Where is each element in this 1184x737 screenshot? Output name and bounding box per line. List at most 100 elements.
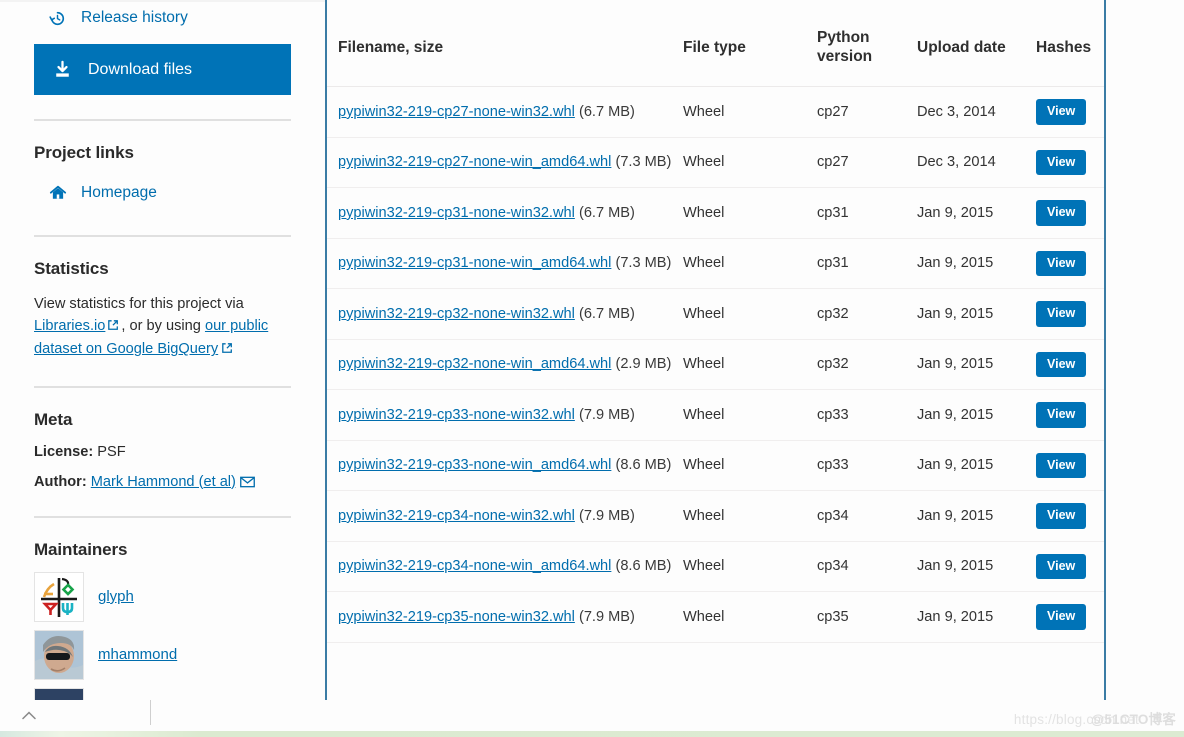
view-hashes-button[interactable]: View: [1036, 452, 1087, 479]
sidebar-divider-2: [34, 235, 291, 237]
cell-filename: pypiwin32-219-cp31-none-win_amd64.whl (7…: [327, 238, 683, 290]
cell-hashes: View: [1036, 541, 1104, 593]
cell-pyversion: cp35: [817, 591, 917, 643]
watermark: https://blog.csdn.net@51CTO博客: [1014, 708, 1176, 728]
cell-filetype: Wheel: [683, 288, 817, 340]
sidebar-divider-1: [34, 119, 291, 121]
view-hashes-button[interactable]: View: [1036, 250, 1087, 277]
cell-upload-date: Jan 9, 2015: [917, 238, 1036, 290]
maintainers-heading: Maintainers: [34, 539, 128, 559]
project-sidebar: Release history Download files Project l…: [0, 0, 325, 700]
maintainer-link[interactable]: glyph: [98, 588, 134, 605]
chevron-up-icon[interactable]: [18, 704, 40, 726]
cell-pyversion: cp33: [817, 389, 917, 441]
cell-upload-date: Jan 9, 2015: [917, 591, 1036, 643]
view-hashes-button[interactable]: View: [1036, 99, 1087, 125]
file-download-link[interactable]: pypiwin32-219-cp34-none-win_amd64.whl: [338, 558, 611, 574]
cell-filename: pypiwin32-219-cp33-none-win_amd64.whl (8…: [327, 440, 683, 492]
view-hashes-button[interactable]: View: [1036, 149, 1087, 176]
cell-hashes: View: [1036, 389, 1104, 441]
file-size: (7.9 MB): [578, 608, 635, 625]
sidebar-item-release-history[interactable]: Release history: [34, 0, 291, 36]
cell-pyversion: cp34: [817, 541, 917, 593]
download-icon: [52, 60, 72, 79]
meta-author-label: Author:: [34, 473, 87, 490]
sidebar-top-edge: [0, 0, 325, 2]
cell-hashes: View: [1036, 440, 1104, 492]
cell-filename: pypiwin32-219-cp33-none-win32.whl (7.9 M…: [327, 389, 683, 441]
view-hashes-button[interactable]: View: [1036, 200, 1087, 226]
cell-pyversion: cp31: [817, 238, 917, 290]
th-filetype: File type: [683, 0, 817, 88]
envelope-icon: [240, 476, 255, 492]
table-row: pypiwin32-219-cp32-none-win_amd64.whl (2…: [327, 339, 1104, 391]
cell-upload-date: Dec 3, 2014: [917, 86, 1036, 138]
meta-heading: Meta: [34, 409, 73, 429]
file-download-link[interactable]: pypiwin32-219-cp31-none-win32.whl: [338, 205, 575, 221]
file-size: (7.3 MB): [615, 255, 672, 272]
cell-filetype: Wheel: [683, 541, 817, 593]
cell-hashes: View: [1036, 238, 1104, 290]
libraries-io-link[interactable]: Libraries.io: [34, 318, 105, 334]
view-hashes-button[interactable]: View: [1036, 503, 1087, 529]
view-hashes-button[interactable]: View: [1036, 604, 1087, 630]
download-files-table-panel: Filename, size File type Python version …: [325, 0, 1106, 700]
table-row: pypiwin32-219-cp27-none-win32.whl (6.7 M…: [327, 86, 1104, 138]
file-download-link[interactable]: pypiwin32-219-cp27-none-win_amd64.whl: [338, 154, 611, 170]
cell-filetype: Wheel: [683, 238, 817, 290]
file-size: (7.9 MB): [578, 406, 635, 423]
file-download-link[interactable]: pypiwin32-219-cp32-none-win_amd64.whl: [338, 356, 611, 372]
maintainer-row-partial[interactable]: [34, 687, 291, 700]
files-table-body: pypiwin32-219-cp27-none-win32.whl (6.7 M…: [327, 86, 1104, 643]
statistics-text: View statistics for this project via Lib…: [34, 293, 291, 362]
table-row: pypiwin32-219-cp35-none-win32.whl (7.9 M…: [327, 591, 1104, 643]
file-size: (8.6 MB): [615, 558, 672, 575]
sidebar-item-label: Homepage: [81, 184, 157, 201]
file-download-link[interactable]: pypiwin32-219-cp35-none-win32.whl: [338, 609, 575, 625]
cell-hashes: View: [1036, 187, 1104, 239]
cell-upload-date: Jan 9, 2015: [917, 187, 1036, 239]
th-pyversion: Python version: [817, 0, 917, 88]
glyph-logo-avatar: [34, 571, 84, 622]
partial-avatar: [34, 687, 84, 700]
statistics-text-2: , or by using: [121, 318, 205, 335]
cell-hashes: View: [1036, 288, 1104, 340]
statistics-heading: Statistics: [34, 259, 109, 278]
sidebar-divider-3: [34, 385, 291, 388]
file-download-link[interactable]: pypiwin32-219-cp33-none-win_amd64.whl: [338, 457, 611, 473]
maintainer-row[interactable]: mhammond: [34, 629, 291, 680]
cell-pyversion: cp27: [817, 86, 917, 138]
file-download-link[interactable]: pypiwin32-219-cp31-none-win_amd64.whl: [338, 255, 611, 271]
cell-filename: pypiwin32-219-cp31-none-win32.whl (6.7 M…: [327, 187, 683, 239]
file-size: (7.3 MB): [615, 154, 672, 171]
table-header-row: Filename, size File type Python version …: [327, 0, 1104, 88]
cell-hashes: View: [1036, 490, 1104, 542]
maintainer-link[interactable]: mhammond: [98, 646, 177, 663]
file-download-link[interactable]: pypiwin32-219-cp27-none-win32.whl: [338, 104, 575, 120]
view-hashes-button[interactable]: View: [1036, 351, 1087, 378]
view-hashes-button[interactable]: View: [1036, 553, 1087, 580]
meta-author-link[interactable]: Mark Hammond (et al): [91, 474, 236, 490]
th-hashes: Hashes: [1036, 0, 1104, 88]
cell-upload-date: Jan 9, 2015: [917, 541, 1036, 593]
project-links-heading: Project links: [34, 143, 134, 162]
file-download-link[interactable]: pypiwin32-219-cp34-none-win32.whl: [338, 508, 575, 524]
meta-license-row: License: PSF: [34, 444, 291, 460]
cell-hashes: View: [1036, 137, 1104, 189]
cell-pyversion: cp32: [817, 288, 917, 340]
file-download-link[interactable]: pypiwin32-219-cp33-none-win32.whl: [338, 407, 575, 423]
sidebar-item-download-files[interactable]: Download files: [34, 44, 291, 95]
cell-filename: pypiwin32-219-cp34-none-win_amd64.whl (8…: [327, 541, 683, 593]
view-hashes-button[interactable]: View: [1036, 301, 1087, 327]
file-download-link[interactable]: pypiwin32-219-cp32-none-win32.whl: [338, 306, 575, 322]
th-uploaddate: Upload date: [917, 0, 1036, 88]
cell-upload-date: Jan 9, 2015: [917, 288, 1036, 340]
maintainer-row[interactable]: glyph: [34, 571, 291, 622]
view-hashes-button[interactable]: View: [1036, 402, 1087, 428]
cell-filename: pypiwin32-219-cp34-none-win32.whl (7.9 M…: [327, 490, 683, 542]
cell-filename: pypiwin32-219-cp27-none-win32.whl (6.7 M…: [327, 86, 683, 138]
external-link-icon-2: [221, 339, 233, 361]
cell-filename: pypiwin32-219-cp32-none-win32.whl (6.7 M…: [327, 288, 683, 340]
sidebar-item-homepage[interactable]: Homepage: [34, 175, 291, 211]
page-root: Release history Download files Project l…: [0, 0, 1184, 737]
